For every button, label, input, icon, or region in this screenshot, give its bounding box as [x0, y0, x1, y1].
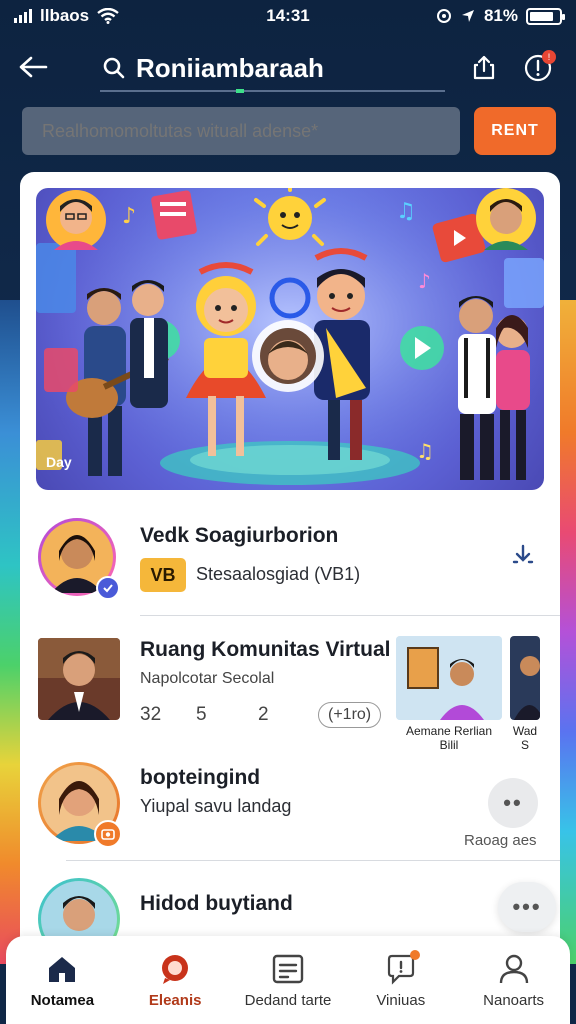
list-item[interactable]: bopteingind Yiupal savu landag •• Raoag …	[20, 754, 560, 864]
nav-label: Notamea	[30, 991, 95, 1009]
download-icon[interactable]	[510, 542, 536, 573]
search-title-text: Roniiambaraah	[136, 52, 324, 83]
search-underline	[100, 89, 445, 93]
battery-icon	[526, 7, 565, 25]
nav-label: Nanoarts	[483, 991, 545, 1009]
profile-icon	[497, 952, 531, 986]
status-bar: llbaos 14:31 81%	[0, 0, 576, 32]
location-icon	[436, 9, 451, 23]
item-subtitle: Napolcotar Secolal	[140, 670, 275, 687]
camera-badge-icon	[94, 820, 122, 848]
metric-value: 32	[140, 704, 162, 725]
battery-percent: 81%	[483, 6, 518, 25]
search-icon	[103, 57, 125, 79]
nav-item-profile[interactable]: Nanoarts	[464, 952, 564, 1009]
item-thumbnail	[38, 638, 120, 720]
side-caption: Raoag aes	[464, 832, 537, 849]
chat-bubble-icon	[158, 952, 192, 986]
count-pill[interactable]: (+1ro)	[318, 702, 382, 728]
svg-text:♪: ♪	[418, 269, 431, 293]
navigation-arrow-icon	[461, 10, 474, 22]
hero-illustration: ♪ ♫ ♪ ♫	[36, 188, 544, 490]
more-options-button[interactable]: •••	[498, 882, 556, 932]
content-card: ♪ ♫ ♪ ♫ Day Vedk Soagiurborion VB Stesaa…	[20, 172, 560, 954]
rent-button[interactable]: RENT	[474, 107, 556, 155]
nav-label: Viniuas	[376, 991, 426, 1009]
notification-badge	[409, 949, 420, 960]
item-subtitle: Stesaalosgiad (VB1)	[196, 564, 361, 584]
svg-text:♫: ♫	[416, 439, 434, 463]
nav-item-documents[interactable]: Dedand tarte	[238, 952, 338, 1009]
svg-text:♫: ♫	[396, 199, 416, 224]
hero-label: Day	[46, 454, 72, 470]
item-title: Hidod buytiand	[140, 892, 293, 915]
item-title: bopteingind	[140, 766, 261, 789]
share-icon[interactable]	[464, 48, 504, 88]
item-subtitle: Yiupal savu landag	[140, 796, 292, 816]
search-query[interactable]: Roniiambaraah	[102, 53, 450, 84]
clock: 14:31	[266, 6, 310, 25]
home-icon	[45, 952, 79, 986]
notification-icon	[384, 949, 420, 986]
svg-text:♪: ♪	[122, 204, 136, 229]
list-item[interactable]: Ruang Komunitas Virtual Napolcotar Secol…	[20, 624, 560, 754]
thumbnail-caption: Aemane Rerlian Bilil	[405, 724, 493, 752]
nav-label: Eleanis	[148, 991, 202, 1009]
divider	[140, 615, 560, 616]
item-metrics: 32 5 2	[140, 704, 318, 726]
video-thumbnail[interactable]	[510, 636, 540, 720]
carrier-name: llbaos	[40, 6, 90, 25]
item-title: Vedk Soagiurborion	[140, 524, 339, 547]
notification-icon[interactable]: !	[518, 48, 558, 88]
search-input[interactable]	[22, 107, 460, 155]
bottom-navigation: Notamea Eleanis Dedand tarte Viniuas Nan…	[6, 936, 570, 1024]
back-arrow-icon[interactable]	[18, 52, 62, 84]
item-tag: VB	[140, 558, 186, 592]
notification-badge: !	[542, 50, 556, 64]
more-options-button[interactable]: ••	[488, 778, 538, 828]
top-bar: Roniiambaraah !	[0, 40, 576, 96]
verified-badge	[96, 576, 120, 600]
thumbnail-caption: Wad S	[512, 724, 538, 752]
hero-banner[interactable]: ♪ ♫ ♪ ♫ Day	[36, 188, 544, 490]
divider	[66, 860, 560, 861]
wifi-icon	[97, 8, 119, 24]
document-icon	[271, 952, 305, 986]
item-title: Ruang Komunitas Virtual	[140, 638, 391, 661]
signal-icon	[14, 9, 32, 23]
search-row: RENT	[22, 107, 556, 155]
video-thumbnail[interactable]	[396, 636, 502, 720]
nav-label: Dedand tarte	[244, 991, 332, 1009]
nav-item-chat[interactable]: Eleanis	[125, 952, 225, 1009]
nav-item-home[interactable]: Notamea	[12, 952, 112, 1009]
metric-value: 2	[258, 704, 269, 725]
rainbow-edge-left	[0, 300, 22, 964]
metric-value: 5	[196, 704, 207, 725]
list-item[interactable]: Vedk Soagiurborion VB Stesaalosgiad (VB1…	[20, 508, 560, 608]
nav-item-notifications[interactable]: Viniuas	[351, 949, 451, 1009]
